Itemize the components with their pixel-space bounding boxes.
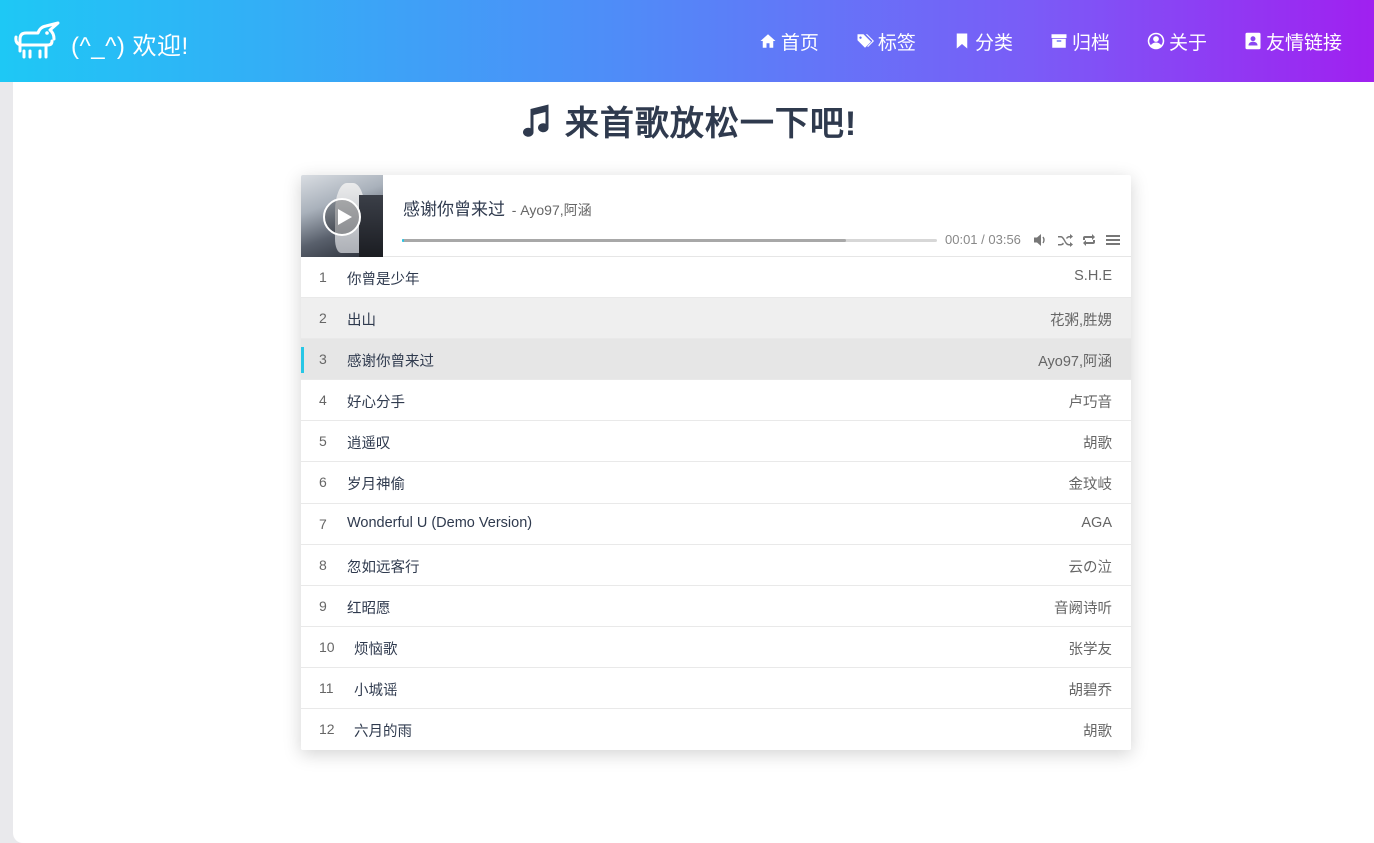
playlist-item[interactable]: 2 出山 花粥,胜娚 (301, 298, 1131, 340)
track-artist: 胡碧乔 (1068, 682, 1113, 699)
now-playing-artist: - Ayo97,阿涵 (511, 202, 592, 218)
progress-loaded (402, 239, 847, 242)
top-navbar: (^_^) 欢迎! 首页 标签 分类 归档 关于 友情链接 (0, 0, 1374, 82)
music-note-icon (522, 104, 549, 137)
progress-bar[interactable] (402, 239, 937, 242)
track-title: Wonderful U (Demo Version) (347, 514, 533, 531)
track-title: 你曾是少年 (347, 272, 420, 288)
playlist-item[interactable]: 5 逍遥叹 胡歌 (301, 421, 1131, 463)
nav-tags[interactable]: 标签 (856, 28, 916, 55)
playback-time: 00:01 / 03:56 (945, 232, 1021, 247)
playlist-item[interactable]: 10 烦恼歌 张学友 (301, 626, 1131, 668)
track-number: 12 (319, 721, 335, 738)
playlist-item[interactable]: 12 六月的雨 胡歌 (301, 709, 1131, 750)
main-nav: 首页 标签 分类 归档 关于 友情链接 (722, 0, 1342, 82)
volume-icon (1034, 234, 1045, 246)
track-artist: S.H.E (1074, 268, 1112, 284)
track-title: 忽如远客行 (347, 559, 420, 576)
now-playing-title: 感谢你曾来过 (403, 200, 505, 219)
playlist-item-active[interactable]: 3 感谢你曾来过 Ayo97,阿涵 (301, 339, 1131, 381)
shuffle-icon (1058, 234, 1073, 247)
now-playing-info: 感谢你曾来过 - Ayo97,阿涵 (403, 195, 592, 220)
archive-icon (1051, 34, 1067, 48)
track-title: 岁月神偷 (347, 477, 405, 494)
track-number: 5 (319, 433, 327, 450)
loop-icon (1083, 234, 1095, 246)
loop-button[interactable] (1081, 232, 1097, 248)
track-artist: Ayo97,阿涵 (1038, 354, 1112, 371)
track-title: 出山 (347, 313, 376, 330)
track-artist: 卢巧音 (1068, 395, 1113, 412)
nav-home[interactable]: 首页 (759, 28, 819, 55)
playlist-item[interactable]: 6 岁月神偷 金玟岐 (301, 462, 1131, 504)
nav-tags-label: 标签 (877, 32, 916, 54)
playlist-menu-button[interactable] (1105, 232, 1121, 248)
nav-archive[interactable]: 归档 (1050, 28, 1110, 55)
track-title: 红昭愿 (347, 600, 391, 617)
user-circle-icon (1147, 32, 1165, 50)
track-artist: 胡歌 (1083, 724, 1112, 741)
playlist-item[interactable]: 11 小城谣 胡碧乔 (301, 667, 1131, 710)
track-artist: AGA (1081, 514, 1112, 531)
track-number: 10 (319, 638, 335, 655)
track-artist: 胡歌 (1083, 436, 1112, 453)
play-button[interactable] (323, 198, 361, 236)
brand[interactable]: (^_^) 欢迎! (14, 21, 189, 61)
address-book-icon (1245, 32, 1261, 50)
tags-icon (857, 34, 874, 48)
volume-button[interactable] (1033, 232, 1049, 248)
music-player: 感谢你曾来过 - Ayo97,阿涵 00:01 / 03:56 1 你曾是少年 … (301, 175, 1131, 750)
page-title: 来首歌放松一下吧! (0, 96, 1374, 145)
nav-archive-label: 归档 (1071, 32, 1110, 54)
nav-about-label: 关于 (1168, 32, 1207, 54)
playlist-item[interactable]: 9 红昭愿 音阙诗听 (301, 585, 1131, 627)
track-number: 1 (319, 269, 327, 285)
album-cover (301, 175, 383, 257)
track-artist: 张学友 (1068, 641, 1113, 658)
playlist-item[interactable]: 4 好心分手 卢巧音 (301, 380, 1131, 422)
track-number: 8 (319, 556, 327, 573)
track-title: 六月的雨 (354, 724, 412, 741)
nav-categories-label: 分类 (974, 32, 1013, 54)
track-title: 烦恼歌 (354, 641, 398, 658)
track-artist: 音阙诗听 (1054, 600, 1112, 617)
playlist-item[interactable]: 7 Wonderful U (Demo Version) AGA (301, 503, 1131, 545)
track-number: 7 (319, 515, 327, 532)
playlist: 1 你曾是少年 S.H.E 2 出山 花粥,胜娚 3 感谢你曾来过 Ayo97,… (301, 257, 1131, 750)
shuffle-button[interactable] (1057, 232, 1073, 248)
brand-text: (^_^) 欢迎! (71, 32, 189, 60)
nav-categories[interactable]: 分类 (953, 28, 1013, 55)
unicorn-logo-icon (14, 21, 60, 59)
track-title: 好心分手 (347, 395, 405, 412)
playlist-item[interactable]: 8 忽如远客行 云の泣 (301, 544, 1131, 586)
player-header: 感谢你曾来过 - Ayo97,阿涵 00:01 / 03:56 (301, 175, 1131, 257)
track-title: 小城谣 (354, 682, 398, 699)
track-number: 4 (319, 392, 327, 409)
track-number: 6 (319, 474, 327, 491)
track-number: 9 (319, 597, 327, 614)
playlist-menu-icon (1106, 235, 1120, 245)
bookmark-icon (956, 33, 968, 49)
page-title-text: 来首歌放松一下吧! (564, 105, 858, 143)
track-artist: 金玟岐 (1068, 477, 1113, 494)
track-number: 11 (319, 679, 334, 696)
nav-friend-links-label: 友情链接 (1265, 32, 1342, 54)
home-icon (760, 34, 776, 48)
progress-played (402, 239, 405, 242)
track-artist: 云の泣 (1068, 559, 1113, 576)
playlist-item[interactable]: 1 你曾是少年 S.H.E (301, 257, 1131, 299)
nav-about[interactable]: 关于 (1147, 28, 1207, 55)
track-title: 逍遥叹 (347, 436, 391, 453)
track-artist: 花粥,胜娚 (1049, 313, 1112, 330)
track-title: 感谢你曾来过 (347, 354, 434, 371)
track-number: 2 (319, 310, 327, 327)
track-number: 3 (319, 351, 327, 368)
nav-friend-links[interactable]: 友情链接 (1244, 28, 1342, 55)
nav-home-label: 首页 (780, 32, 819, 54)
